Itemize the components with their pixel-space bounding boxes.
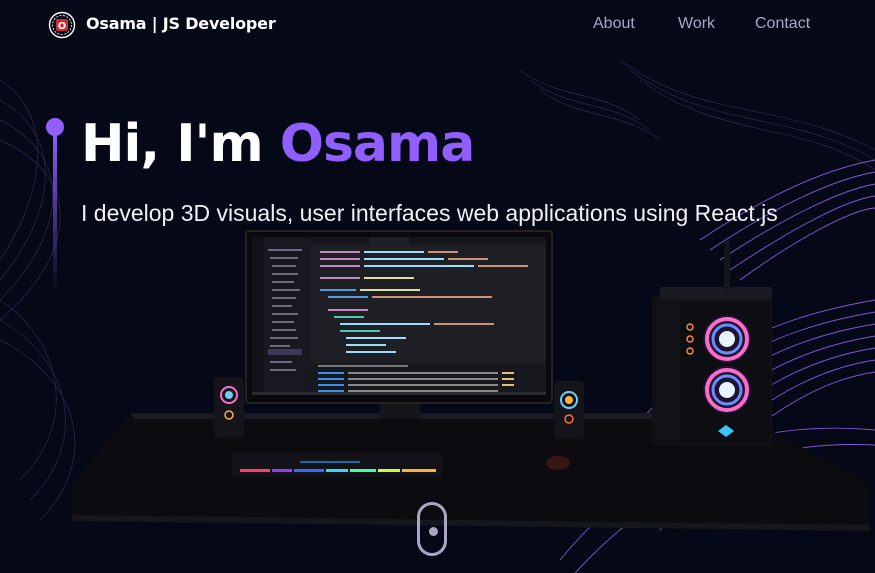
navbar: O Osama | JS Developer About Work Contac… (0, 0, 875, 50)
hero-title: Hi, I'm Osama (81, 114, 476, 174)
hero-greeting: Hi, I'm (81, 114, 280, 174)
scroll-dot (429, 527, 438, 536)
nav-link-contact[interactable]: Contact (755, 15, 810, 33)
hero-name: Osama (279, 114, 476, 174)
nav-link-about[interactable]: About (593, 15, 635, 33)
osama-logo-icon[interactable]: O (48, 11, 76, 39)
mouse-scroll-icon[interactable] (417, 502, 447, 556)
nav-link-work[interactable]: Work (678, 15, 715, 33)
brand-title[interactable]: Osama | JS Developer (86, 14, 276, 33)
svg-text:O: O (58, 21, 67, 32)
